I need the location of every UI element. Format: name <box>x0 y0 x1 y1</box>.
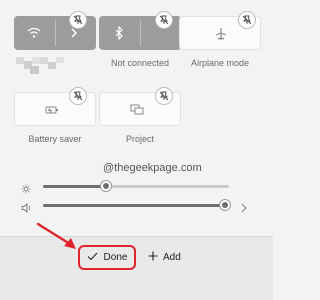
plus-icon <box>148 251 158 264</box>
volume-slider[interactable] <box>43 199 231 211</box>
brightness-fill <box>43 185 106 188</box>
watermark: @thegeekpage.com <box>103 162 202 174</box>
brightness-thumb[interactable] <box>100 180 112 192</box>
project-label: Project <box>125 134 154 144</box>
airplane-icon <box>213 26 229 42</box>
unpin-icon[interactable] <box>155 87 173 105</box>
tile-divider <box>140 20 141 46</box>
add-button[interactable]: Add <box>148 245 181 270</box>
unpin-icon[interactable] <box>69 11 87 29</box>
done-label: Done <box>103 252 128 263</box>
checkmark-icon <box>87 252 98 264</box>
wifi-icon <box>26 25 42 41</box>
battery-saver-icon <box>44 102 60 118</box>
project-icon <box>129 102 145 118</box>
volume-icon <box>21 200 33 218</box>
volume-thumb[interactable] <box>219 199 231 211</box>
bluetooth-icon <box>111 25 127 41</box>
brightness-slider[interactable] <box>43 180 229 192</box>
volume-fill <box>43 204 225 207</box>
unpin-icon[interactable] <box>155 11 173 29</box>
volume-output-chevron-icon[interactable] <box>240 200 248 218</box>
unpin-icon[interactable] <box>69 87 87 105</box>
red-arrow <box>36 222 76 249</box>
brightness-icon <box>21 181 31 199</box>
airplane-label: Airplane mode <box>190 58 250 68</box>
add-label: Add <box>163 252 181 263</box>
done-button[interactable]: Done <box>78 245 136 270</box>
unpin-icon[interactable] <box>238 11 256 29</box>
tile-divider <box>55 20 56 46</box>
